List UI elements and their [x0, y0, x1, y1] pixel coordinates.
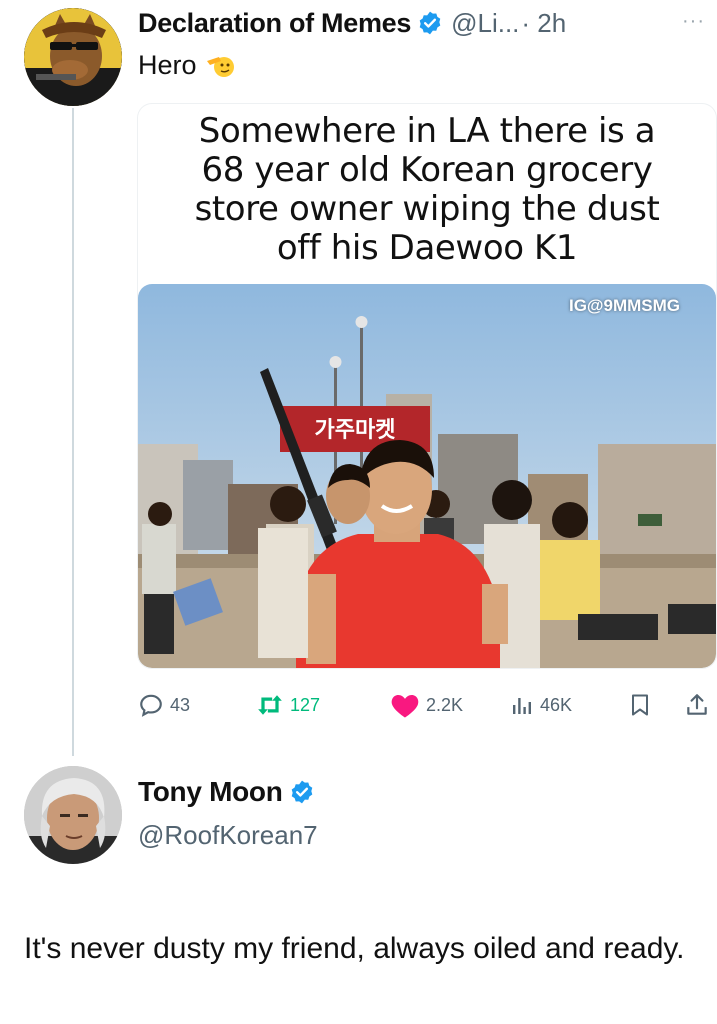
bookmark-button[interactable] [628, 690, 658, 720]
reply-text: It's never dusty my friend, always oiled… [24, 932, 685, 965]
reply-author-name[interactable]: Tony Moon [138, 776, 283, 808]
retweet-count: 127 [290, 694, 321, 715]
verified-badge-icon [291, 780, 312, 804]
saluting-hand-emoji-icon [206, 56, 234, 77]
author-handle[interactable]: @Li... [451, 8, 519, 39]
meme-caption: Somewhere in LA there is a 68 year old K… [138, 112, 716, 268]
meme-caption-line: Somewhere in LA there is a [198, 111, 656, 151]
meme-image-card[interactable]: Somewhere in LA there is a 68 year old K… [138, 104, 716, 668]
views-button[interactable]: 46K [510, 690, 572, 720]
author-avatar[interactable] [24, 8, 122, 106]
heart-icon [391, 695, 419, 718]
views-bar-chart-icon [513, 698, 531, 714]
reply-button[interactable]: 43 [138, 690, 190, 720]
reply-header: Tony Moon [138, 776, 315, 808]
meme-caption-line: 68 year old Korean grocery [201, 150, 653, 190]
tweet-text: Hero [138, 50, 197, 80]
share-button[interactable] [684, 690, 716, 720]
share-icon [687, 694, 707, 715]
like-button[interactable]: 2.2K [390, 690, 463, 720]
tweet-timestamp[interactable]: · 2h [521, 8, 566, 39]
tweet-actions-bar: 43 127 2.2K 46K [138, 690, 716, 720]
meme-photo: 가주마켓 [138, 284, 716, 668]
bookmark-icon [632, 694, 648, 716]
more-options-icon[interactable]: ··· [682, 10, 705, 33]
thread-connector-line [72, 108, 74, 756]
meme-caption-line: store owner wiping the dust [194, 189, 660, 229]
store-sign-text: 가주마켓 [315, 418, 396, 443]
tweet-header: Declaration of Memes @Li... · 2h [138, 6, 707, 40]
verified-badge-icon [419, 11, 441, 35]
tweet-text-row: Hero [138, 50, 235, 81]
retweet-icon [258, 695, 282, 715]
reply-author-handle[interactable]: @RoofKorean7 [138, 820, 318, 851]
author-name[interactable]: Declaration of Memes [138, 8, 411, 39]
reply-count: 43 [170, 694, 191, 715]
retweet-button[interactable]: 127 [256, 690, 320, 720]
meme-watermark: IG@9MMSMG [568, 296, 680, 315]
meme-caption-line: off his Daewoo K1 [276, 228, 578, 268]
like-count: 2.2K [426, 694, 464, 715]
views-count: 46K [540, 694, 573, 715]
reply-icon [140, 694, 162, 717]
reply-author-avatar[interactable] [24, 766, 122, 864]
